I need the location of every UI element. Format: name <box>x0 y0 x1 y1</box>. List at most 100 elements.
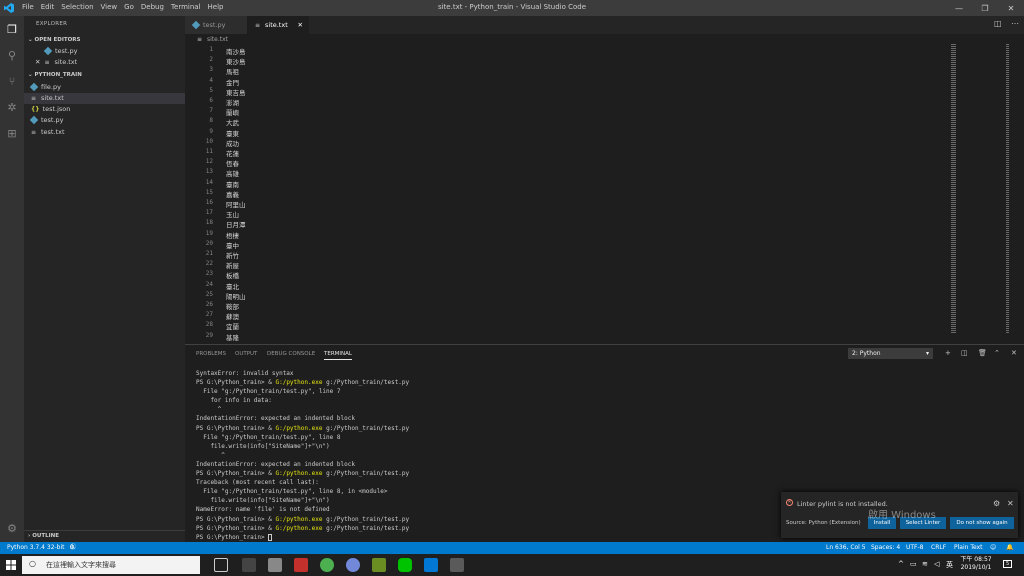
wifi-icon[interactable]: ≋ <box>922 560 928 568</box>
clock[interactable]: 下午 08:57 2019/10/1 <box>956 556 996 572</box>
folder-section[interactable]: ⌄ PYTHON_TRAIN <box>24 70 185 81</box>
trash-icon[interactable]: 🗑 <box>978 349 987 357</box>
app-icon-2[interactable] <box>268 558 282 572</box>
file-item-test-py[interactable]: test.py <box>24 115 185 126</box>
code-line[interactable]: 高雄 <box>226 168 239 178</box>
search-icon[interactable]: ⚲ <box>5 48 19 62</box>
split-terminal-icon[interactable]: ◫ <box>961 349 968 357</box>
explorer-icon[interactable]: ❐ <box>5 22 19 36</box>
code-line[interactable]: 日月潭 <box>226 219 246 229</box>
feedback-icon[interactable]: ☺ <box>990 542 996 554</box>
terminal-select[interactable]: 2: Python ▾ <box>848 348 933 359</box>
tray-chevron-icon[interactable]: ^ <box>898 560 904 568</box>
tab-problems[interactable]: PROBLEMS <box>196 351 226 357</box>
editor-area[interactable]: 1 南沙島 2 東沙島 3 馬祖 4 金門 5 東吉島 6 澎湖 7 蘭嶼 8 大武 9 臺東 10 成功 11 花蓮 12… <box>185 44 1024 344</box>
bell-icon[interactable]: 🔔 <box>1006 542 1013 554</box>
code-line[interactable]: 臺北 <box>226 281 239 291</box>
line-icon[interactable] <box>398 558 412 572</box>
code-line[interactable]: 板橋 <box>226 270 239 280</box>
volume-icon[interactable]: ◁ <box>934 560 939 568</box>
code-line[interactable]: 新竹 <box>226 250 239 260</box>
close-tab-icon[interactable]: ✕ <box>298 16 303 34</box>
tab-output[interactable]: OUTPUT <box>235 351 257 357</box>
source-control-icon[interactable]: ⑂ <box>5 74 19 88</box>
code-line[interactable]: 大武 <box>226 117 239 127</box>
code-line[interactable]: 宜蘭 <box>226 321 239 331</box>
tab-site-txt[interactable]: ≡ site.txt ✕ <box>247 16 309 34</box>
code-line[interactable]: 東吉島 <box>226 87 246 97</box>
close-icon[interactable]: ✕ <box>998 0 1024 16</box>
vscode-taskbar-icon[interactable] <box>424 558 438 572</box>
more-actions-icon[interactable]: ⋯ <box>1011 19 1019 28</box>
minimize-icon[interactable]: — <box>946 0 972 16</box>
gear-icon[interactable]: ⚙ <box>5 521 19 535</box>
file-item-test-txt[interactable]: ≡ test.txt <box>24 127 185 138</box>
breadcrumb[interactable]: ≡ site.txt <box>197 36 228 43</box>
app-icon-5[interactable] <box>450 558 464 572</box>
open-editor-test-py[interactable]: test.py <box>24 46 185 57</box>
split-editor-icon[interactable]: ◫ <box>994 19 1002 28</box>
file-item-file-py[interactable]: file.py <box>24 82 185 93</box>
close-editor-icon[interactable]: ✕ <box>35 58 40 66</box>
tab-terminal[interactable]: TERMINAL <box>324 351 352 360</box>
code-line[interactable]: 花蓮 <box>226 148 239 158</box>
taskbar-search-input[interactable]: 在這裡輸入文字來搜尋 <box>22 556 200 574</box>
code-line[interactable]: 梧棲 <box>226 230 239 240</box>
code-line[interactable]: 嘉義 <box>226 189 239 199</box>
tab-debug-console[interactable]: DEBUG CONSOLE <box>267 351 315 357</box>
terminal-output[interactable]: SyntaxError: invalid syntax PS G:\Python_… <box>196 369 409 542</box>
code-line[interactable]: 臺中 <box>226 240 239 250</box>
extensions-icon[interactable]: ⊞ <box>5 126 19 140</box>
code-line[interactable]: 成功 <box>226 138 239 148</box>
outline-section[interactable]: › OUTLINE <box>24 530 185 541</box>
code-line[interactable]: 東沙島 <box>226 56 246 66</box>
terminal-text: file.write(info["SiteName"]+"\n") <box>196 442 330 450</box>
encoding[interactable]: UTF-8 <box>906 542 924 554</box>
python-interpreter[interactable]: Python 3.7.4 32-bit <box>7 542 65 554</box>
open-editor-site-txt[interactable]: ✕ ≡ site.txt <box>24 57 185 68</box>
code-line[interactable]: 玉山 <box>226 209 239 219</box>
file-item-test-json[interactable]: {} test.json <box>24 104 185 115</box>
code-line[interactable]: 蘇澳 <box>226 311 239 321</box>
minimap[interactable] <box>950 44 1012 334</box>
code-line[interactable]: 臺南 <box>226 179 239 189</box>
line-number: 9 <box>209 127 213 135</box>
chrome-icon[interactable] <box>320 558 334 572</box>
notification-center-icon[interactable]: 5 <box>1003 560 1013 568</box>
code-line[interactable]: 鞍部 <box>226 301 239 311</box>
code-line[interactable]: 阿里山 <box>226 199 246 209</box>
code-line[interactable]: 南沙島 <box>226 46 246 56</box>
indentation[interactable]: Spaces: 4 <box>871 542 900 554</box>
do-not-show-again-button[interactable]: Do not show again <box>950 517 1014 529</box>
file-item-site-txt[interactable]: ≡ site.txt <box>24 93 185 104</box>
cursor-position[interactable]: Ln 636, Col 5 <box>826 542 866 554</box>
app-icon-1[interactable] <box>242 558 256 572</box>
app-icon-3[interactable] <box>294 558 308 572</box>
app-icon-4[interactable] <box>372 558 386 572</box>
windows-start-icon[interactable] <box>6 560 16 570</box>
tab-test-py[interactable]: test.py <box>185 16 247 34</box>
code-line[interactable]: 基隆 <box>226 332 239 342</box>
code-line[interactable]: 蘭嶼 <box>226 107 239 117</box>
code-line[interactable]: 恆春 <box>226 158 239 168</box>
code-line[interactable]: 馬祖 <box>226 66 239 76</box>
gear-icon[interactable]: ⚙ <box>993 499 1000 508</box>
restore-icon[interactable]: ❐ <box>972 0 998 16</box>
add-terminal-icon[interactable]: + <box>945 349 951 357</box>
debug-icon[interactable]: ✲ <box>5 100 19 114</box>
language-mode[interactable]: Plain Text <box>954 542 982 554</box>
ime-indicator[interactable]: 英 <box>946 560 953 570</box>
close-panel-icon[interactable]: ✕ <box>1011 349 1017 357</box>
code-line[interactable]: 陽明山 <box>226 291 246 301</box>
task-view-icon[interactable] <box>214 558 228 572</box>
code-line[interactable]: 臺東 <box>226 128 239 138</box>
code-line[interactable]: 新屋 <box>226 260 239 270</box>
line-ending[interactable]: CRLF <box>931 542 946 554</box>
chevron-up-icon[interactable]: ⌃ <box>994 349 1000 357</box>
close-icon[interactable]: ✕ <box>1007 499 1014 508</box>
code-line[interactable]: 澎湖 <box>226 97 239 107</box>
network-icon[interactable]: ▭ <box>910 560 917 568</box>
discord-icon[interactable] <box>346 558 360 572</box>
open-editors-section[interactable]: ⌄ OPEN EDITORS <box>24 35 185 46</box>
code-line[interactable]: 金門 <box>226 77 239 87</box>
